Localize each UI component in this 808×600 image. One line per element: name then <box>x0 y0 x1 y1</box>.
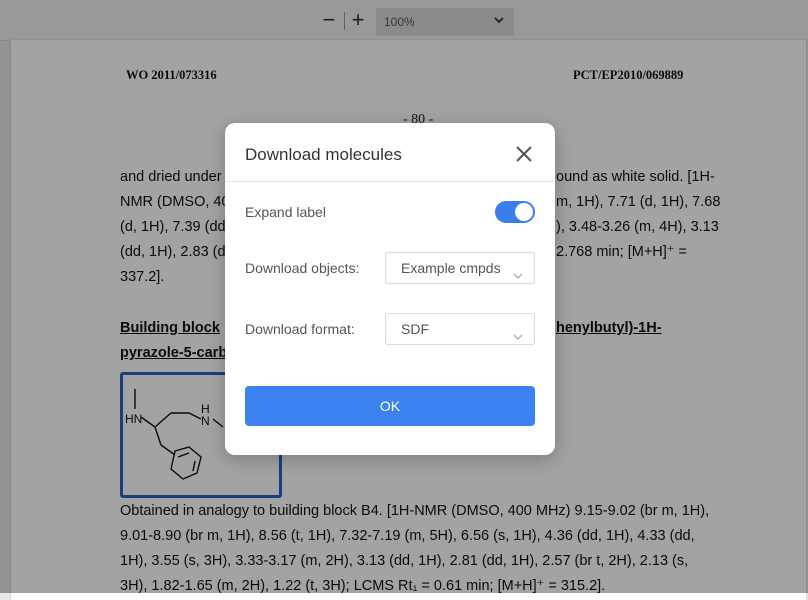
download-objects-value: Example cmpds <box>401 260 501 276</box>
download-molecules-dialog: Download molecules Expand label Download… <box>225 123 555 455</box>
toggle-knob <box>515 203 533 221</box>
download-objects-select[interactable]: Example cmpds <box>385 252 535 284</box>
download-format-value: SDF <box>401 321 429 337</box>
chevron-down-icon <box>512 323 524 340</box>
dialog-title: Download molecules <box>245 145 402 164</box>
dialog-divider <box>225 181 555 182</box>
download-objects-label: Download objects: <box>245 260 360 276</box>
expand-label-toggle[interactable] <box>495 201 535 223</box>
chevron-down-icon <box>512 262 524 279</box>
expand-label-text: Expand label <box>245 204 326 220</box>
close-icon[interactable] <box>513 143 535 165</box>
download-format-label: Download format: <box>245 321 355 337</box>
ok-button[interactable]: OK <box>245 386 535 426</box>
download-format-select[interactable]: SDF <box>385 313 535 345</box>
